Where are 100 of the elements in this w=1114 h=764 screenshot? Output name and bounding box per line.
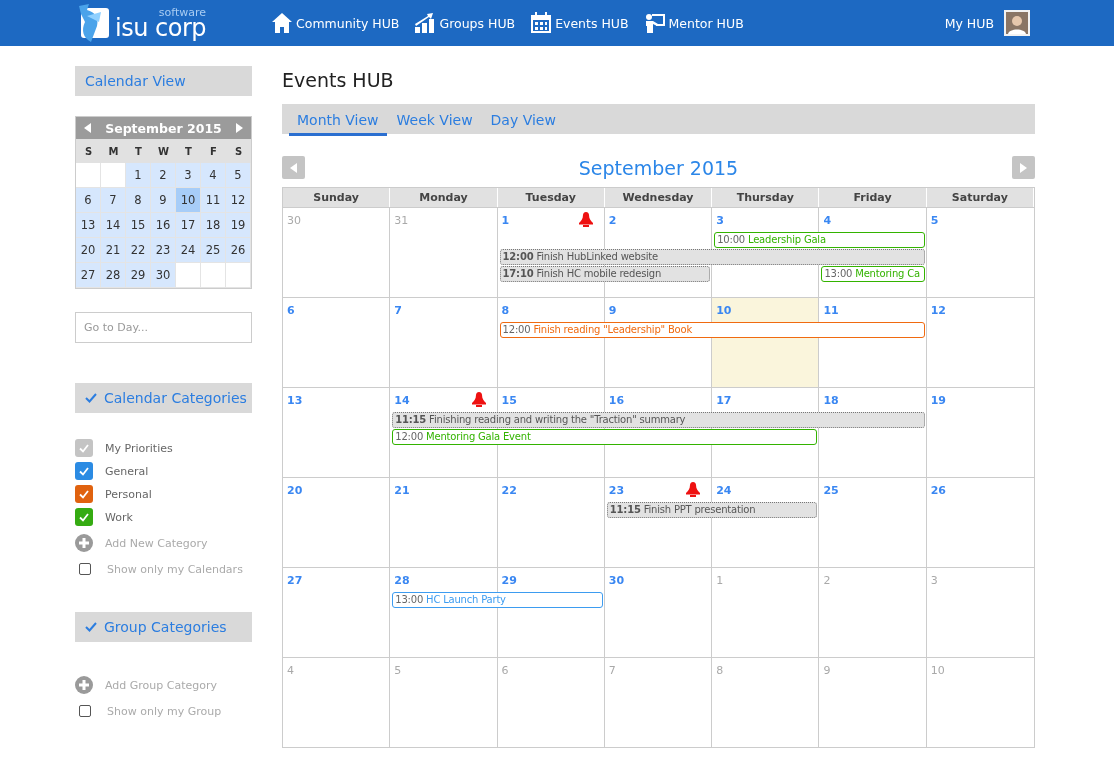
day-number[interactable]: 6 (501, 664, 509, 677)
category-checkbox[interactable] (75, 508, 93, 526)
day-number[interactable]: 4 (287, 664, 294, 677)
day-number[interactable]: 8 (716, 664, 724, 677)
day-number[interactable]: 3 (716, 214, 724, 227)
day-number[interactable]: 7 (608, 664, 616, 677)
event-bar[interactable]: 10:00 Leadership Gala (714, 232, 925, 248)
day-number[interactable]: 5 (394, 664, 402, 677)
section-header[interactable]: Calendar Categories (75, 383, 252, 413)
nav-link[interactable]: Groups HUB (414, 12, 516, 34)
day-number[interactable]: 8 (501, 304, 510, 317)
mini-calendar-day[interactable]: 3 (176, 163, 201, 188)
nav-link[interactable]: Events HUB (530, 12, 629, 34)
mini-calendar-day[interactable]: 23 (151, 238, 176, 263)
day-number[interactable]: 20 (287, 484, 303, 497)
day-number[interactable]: 17 (716, 394, 732, 407)
day-number[interactable]: 30 (287, 214, 301, 227)
mini-calendar-day[interactable]: 12 (226, 188, 251, 213)
user-menu-label[interactable]: My HUB (944, 15, 994, 31)
add-icon[interactable] (75, 676, 93, 694)
mini-calendar-day[interactable]: 22 (126, 238, 151, 263)
day-number[interactable]: 26 (930, 484, 946, 497)
event-bar[interactable]: 13:00 Mentoring Ca (821, 266, 925, 282)
task-bar[interactable]: 11:15 Finishing reading and writing the "Traction" summary (392, 412, 925, 428)
category-checkbox[interactable] (75, 439, 93, 457)
day-number[interactable]: 19 (930, 394, 946, 407)
day-number[interactable]: 21 (394, 484, 410, 497)
add-icon[interactable] (75, 534, 93, 552)
mini-calendar-day[interactable]: 14 (101, 213, 126, 238)
day-number[interactable]: 7 (394, 304, 402, 317)
day-number[interactable]: 9 (608, 304, 617, 317)
day-number[interactable]: 6 (287, 304, 295, 317)
nav-link[interactable]: Community HUB (271, 12, 400, 34)
mini-calendar-day[interactable]: 26 (226, 238, 251, 263)
mini-calendar-day[interactable]: 13 (76, 213, 101, 238)
category-checkbox[interactable] (75, 485, 93, 503)
day-number[interactable]: 12 (930, 304, 946, 317)
day-number[interactable]: 16 (608, 394, 625, 407)
day-number[interactable]: 11 (823, 304, 839, 317)
section-header[interactable]: Group Categories (75, 612, 252, 642)
mini-calendar-day[interactable]: 28 (101, 263, 126, 288)
day-number[interactable]: 2 (608, 214, 617, 227)
event-bar[interactable]: 12:00 Finish reading "Leadership" Book (499, 322, 925, 338)
mini-calendar-day[interactable]: 15 (126, 213, 151, 238)
mini-calendar-day[interactable]: 7 (101, 188, 126, 213)
go-to-day-field[interactable]: Go to Day... (75, 312, 252, 343)
mini-calendar-day[interactable]: 18 (201, 213, 226, 238)
mini-calendar-day[interactable]: 8 (126, 188, 151, 213)
mini-calendar-day[interactable]: 10 (176, 188, 201, 213)
task-bar[interactable]: 12:00 Finish HubLinked website (499, 249, 925, 265)
mini-calendar-day[interactable]: 29 (126, 263, 151, 288)
day-number[interactable]: 22 (501, 484, 517, 497)
mini-calendar-day[interactable]: 6 (76, 188, 101, 213)
avatar[interactable] (1004, 10, 1030, 36)
day-number[interactable]: 5 (930, 214, 939, 227)
day-number[interactable]: 15 (501, 394, 517, 407)
view-tab[interactable]: Day View (482, 106, 564, 136)
day-number[interactable]: 18 (823, 394, 839, 407)
day-number[interactable]: 2 (823, 574, 831, 587)
checkbox[interactable] (79, 563, 91, 575)
day-number[interactable]: 24 (716, 484, 732, 497)
day-number[interactable]: 1 (716, 574, 724, 587)
mini-calendar-day[interactable]: 5 (226, 163, 251, 188)
day-number[interactable]: 30 (608, 574, 625, 587)
task-bar[interactable]: 11:15 Finish PPT presentation (606, 502, 818, 518)
day-number[interactable]: 4 (823, 214, 832, 227)
day-number[interactable]: 13 (287, 394, 303, 407)
day-number[interactable]: 3 (930, 574, 938, 587)
checkbox[interactable] (79, 705, 91, 717)
mini-calendar-day[interactable]: 11 (201, 188, 226, 213)
day-number[interactable]: 23 (608, 484, 625, 497)
mini-calendar-day[interactable]: 2 (151, 163, 176, 188)
day-number[interactable]: 28 (394, 574, 410, 587)
category-checkbox[interactable] (75, 462, 93, 480)
view-tab[interactable]: Month View (289, 106, 387, 136)
day-number[interactable]: 9 (823, 664, 831, 677)
add-category-link[interactable]: Add Group Category (105, 678, 218, 692)
day-number[interactable]: 10 (930, 664, 945, 677)
task-bar[interactable]: 17:10 Finish HC mobile redesign (499, 266, 711, 282)
view-tab[interactable]: Week View (388, 106, 481, 136)
mini-calendar-day[interactable]: 20 (76, 238, 101, 263)
event-bar[interactable]: 13:00 HC Launch Party (392, 592, 603, 608)
mini-calendar-day[interactable]: 24 (176, 238, 201, 263)
event-bar[interactable]: 12:00 Mentoring Gala Event (392, 429, 818, 445)
day-number[interactable]: 25 (823, 484, 839, 497)
mini-calendar-day[interactable]: 25 (201, 238, 226, 263)
day-number[interactable]: 27 (287, 574, 303, 587)
day-number[interactable]: 31 (394, 214, 409, 227)
mini-calendar-day[interactable]: 16 (151, 213, 176, 238)
mini-calendar-day[interactable]: 19 (226, 213, 251, 238)
mini-calendar-day[interactable]: 4 (201, 163, 226, 188)
mini-calendar-day[interactable]: 17 (176, 213, 201, 238)
day-number[interactable]: 10 (716, 304, 732, 317)
nav-link[interactable]: Mentor HUB (643, 12, 744, 34)
day-number[interactable]: 29 (501, 574, 517, 587)
mini-calendar-day[interactable]: 9 (151, 188, 176, 213)
day-number[interactable]: 1 (501, 214, 510, 227)
add-category-link[interactable]: Add New Category (105, 536, 208, 550)
mini-calendar-day[interactable]: 27 (76, 263, 101, 288)
next-month-button[interactable] (1012, 156, 1035, 179)
